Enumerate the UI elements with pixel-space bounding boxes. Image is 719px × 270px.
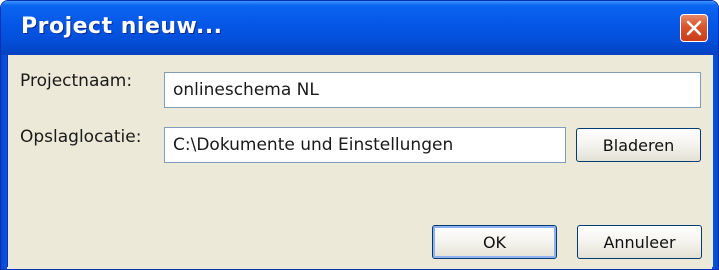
browse-button[interactable]: Bladeren <box>576 128 701 162</box>
cancel-button[interactable]: Annuleer <box>577 225 702 259</box>
window-title: Project nieuw... <box>21 14 223 39</box>
close-button[interactable] <box>680 14 708 42</box>
dialog-body: Projectnaam: Opslaglocatie: Bladeren OK … <box>7 55 713 267</box>
project-name-field[interactable] <box>164 72 701 108</box>
dialog-window: Project nieuw... Projectnaam: Opslagloca… <box>0 0 719 270</box>
location-field[interactable] <box>164 127 566 163</box>
location-label: Opslaglocatie: <box>20 127 142 147</box>
ok-button[interactable]: OK <box>432 225 557 259</box>
title-bar[interactable]: Project nieuw... <box>1 1 718 55</box>
project-name-label: Projectnaam: <box>20 71 133 91</box>
